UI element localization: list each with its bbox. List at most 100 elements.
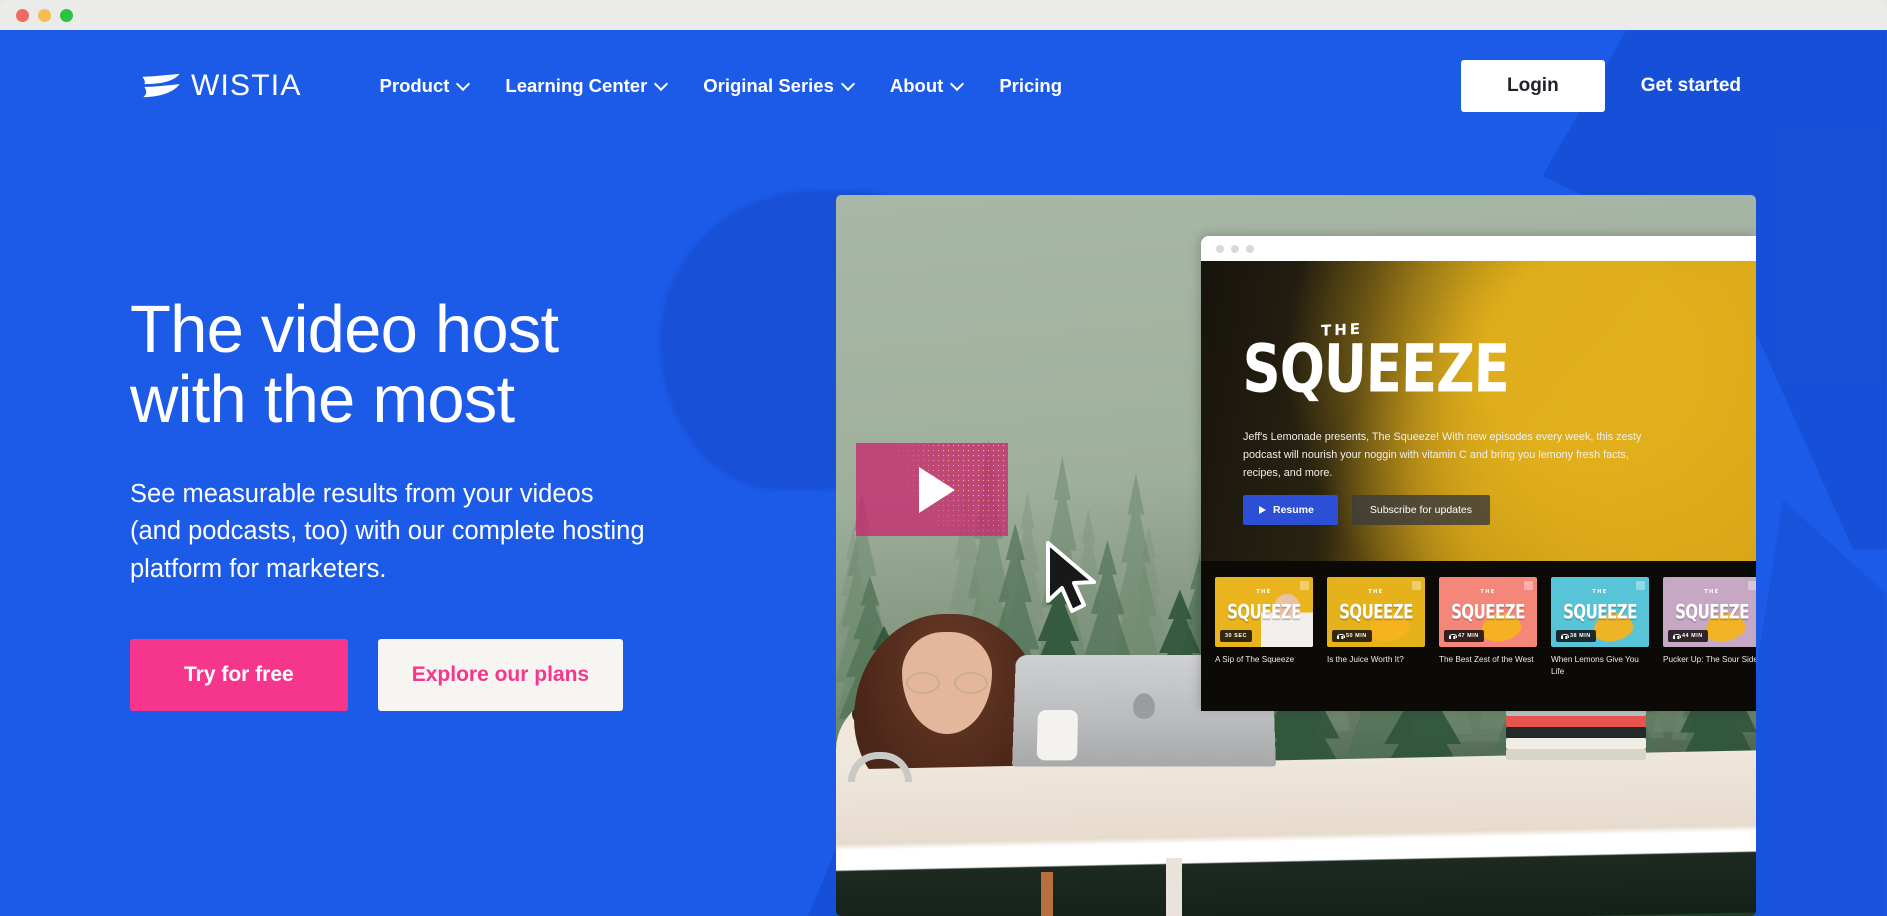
- explore-our-plans-button[interactable]: Explore our plans: [377, 638, 624, 711]
- channel-actions: Resume Subscribe for updates: [1243, 495, 1491, 525]
- nav-item-about[interactable]: About: [872, 65, 981, 107]
- thumbnail-show-title-small: THE: [1368, 589, 1384, 595]
- hero-cta-row: Try for free Explore our plans: [130, 638, 770, 711]
- episode-card[interactable]: THE SQUEEZE 38 MIN When Lemons Give You Lif…: [1551, 577, 1649, 711]
- resume-button[interactable]: Resume: [1243, 495, 1338, 525]
- nav-item-label: About: [889, 75, 944, 96]
- episode-title: Is the Juice Worth It?: [1327, 655, 1404, 664]
- thumbnail-show-title: SQUEEZE: [1227, 600, 1301, 624]
- chevron-down-icon: [952, 79, 963, 90]
- zoom-window-button[interactable]: [60, 8, 73, 22]
- episode-list: THE SQUEEZE 30 SEC A Sip of The Squeeze THE S…: [1201, 561, 1756, 711]
- minimize-window-button[interactable]: [38, 8, 51, 22]
- close-window-button[interactable]: [16, 8, 29, 22]
- episode-duration-badge: 44 MIN: [1668, 630, 1708, 642]
- headphones-icon: [1673, 633, 1681, 639]
- chevron-down-icon: [458, 79, 469, 90]
- try-for-free-button[interactable]: Try for free: [130, 638, 348, 711]
- nav-item-label: Pricing: [999, 75, 1063, 96]
- wistia-logo-link[interactable]: WISTIA: [140, 69, 302, 103]
- headphones-icon: [1449, 633, 1457, 639]
- episode-title: The Best Zest of the West: [1439, 655, 1534, 664]
- episode-duration: 30 SEC: [1225, 633, 1247, 639]
- person-glasses: [906, 672, 988, 694]
- channel-window-body: THE SQUEEZE Jeff's Lemonade presents, Th…: [1201, 261, 1756, 711]
- minimize-icon: [1231, 244, 1239, 253]
- episode-title: When Lemons Give You Life: [1551, 655, 1639, 676]
- desk-surface: [836, 749, 1756, 916]
- episode-card[interactable]: THE SQUEEZE 47 MIN The Best Zest of the Wes…: [1439, 577, 1537, 711]
- play-icon: [1259, 506, 1266, 514]
- subscribe-button[interactable]: Subscribe for updates: [1351, 495, 1491, 525]
- episode-duration-badge: 30 SEC: [1220, 630, 1252, 642]
- laptop-sticker: [1036, 710, 1078, 761]
- nav-item-original-series[interactable]: Original Series: [685, 65, 872, 107]
- nav-links: Product Learning Center Original Series …: [362, 65, 1081, 107]
- maximize-icon: [1246, 244, 1254, 253]
- headphones-icon: [1561, 633, 1569, 639]
- play-icon: [919, 466, 955, 513]
- hero-video-card[interactable]: THE SQUEEZE Jeff's Lemonade presents, Th…: [836, 195, 1756, 916]
- close-icon: [1216, 244, 1224, 253]
- nav-item-label: Product: [379, 75, 450, 96]
- episode-thumbnail[interactable]: THE SQUEEZE 47 MIN: [1439, 577, 1537, 647]
- episode-card[interactable]: THE SQUEEZE 50 MIN Is the Juice Worth It?: [1327, 577, 1425, 711]
- nav-item-learning-center[interactable]: Learning Center: [487, 65, 685, 107]
- episode-play-icon[interactable]: [1636, 581, 1645, 590]
- thumbnail-show-title: SQUEEZE: [1451, 600, 1525, 624]
- episode-duration: 47 MIN: [1458, 633, 1479, 639]
- titlebar: [0, 0, 1887, 30]
- hero-title-line-2: with the most: [130, 362, 515, 438]
- cursor-icon: [1044, 541, 1102, 620]
- episode-duration-badge: 47 MIN: [1444, 630, 1484, 642]
- thumbnail-show-title: SQUEEZE: [1339, 600, 1413, 624]
- page-title: The video host with the most: [130, 292, 770, 438]
- login-button[interactable]: Login: [1460, 60, 1605, 112]
- thumbnail-show-title-small: THE: [1592, 589, 1608, 595]
- chevron-down-icon: [843, 79, 854, 90]
- headphones-icon: [1337, 633, 1345, 639]
- episode-play-icon[interactable]: [1524, 581, 1533, 590]
- episode-duration: 38 MIN: [1570, 633, 1591, 639]
- episode-play-icon[interactable]: [1300, 581, 1309, 590]
- wistia-wave-logo-icon: [140, 73, 182, 99]
- wistia-logo-text: WISTIA: [191, 69, 302, 102]
- episode-title: A Sip of The Squeeze: [1215, 655, 1295, 664]
- desk-leg: [1041, 872, 1053, 916]
- hero-title-line-1: The video host: [130, 292, 559, 367]
- nav-item-label: Original Series: [703, 75, 834, 96]
- play-video-button[interactable]: [856, 443, 1008, 536]
- desk-leg: [1166, 858, 1182, 916]
- nav-item-label: Learning Center: [505, 75, 648, 96]
- episode-card[interactable]: THE SQUEEZE 30 SEC A Sip of The Squeeze: [1215, 577, 1313, 711]
- episode-play-icon[interactable]: [1748, 581, 1756, 590]
- hero-content: The video host with the most See measura…: [130, 292, 770, 711]
- episode-card[interactable]: THE SQUEEZE 44 MIN Pucker Up: The Sour Side: [1663, 577, 1756, 711]
- channel-description: Jeff's Lemonade presents, The Squeeze! W…: [1243, 431, 1642, 479]
- show-title-main: SQUEEZE: [1242, 331, 1510, 408]
- thumbnail-show-title-small: THE: [1704, 589, 1720, 595]
- episode-duration-badge: 50 MIN: [1332, 630, 1372, 642]
- browser-window: WISTIA Product Learning Center Original …: [0, 0, 1887, 916]
- page-body: WISTIA Product Learning Center Original …: [0, 30, 1887, 916]
- episode-duration-badge: 38 MIN: [1556, 630, 1596, 642]
- episode-duration: 50 MIN: [1346, 633, 1367, 639]
- episode-play-icon[interactable]: [1412, 581, 1421, 590]
- nav-actions: Login Get started: [1460, 60, 1767, 112]
- episode-thumbnail[interactable]: THE SQUEEZE 44 MIN: [1663, 577, 1756, 647]
- episode-thumbnail[interactable]: THE SQUEEZE 50 MIN: [1327, 577, 1425, 647]
- episode-duration: 44 MIN: [1682, 633, 1703, 639]
- resume-label: Resume: [1273, 504, 1314, 516]
- nav-item-pricing[interactable]: Pricing: [981, 65, 1080, 107]
- episode-thumbnail[interactable]: THE SQUEEZE 30 SEC: [1215, 577, 1313, 647]
- nav-item-product[interactable]: Product: [362, 65, 488, 107]
- channel-window-titlebar: [1201, 236, 1756, 261]
- thumbnail-show-title-small: THE: [1256, 589, 1272, 595]
- thumbnail-show-title-small: THE: [1480, 589, 1496, 595]
- primary-navigation: WISTIA Product Learning Center Original …: [0, 30, 1887, 142]
- hero-subtitle: See measurable results from your videos …: [130, 479, 645, 584]
- thumbnail-show-title: SQUEEZE: [1675, 600, 1749, 624]
- episode-thumbnail[interactable]: THE SQUEEZE 38 MIN: [1551, 577, 1649, 647]
- episode-title: Pucker Up: The Sour Side: [1663, 655, 1756, 664]
- get-started-button[interactable]: Get started: [1615, 60, 1767, 112]
